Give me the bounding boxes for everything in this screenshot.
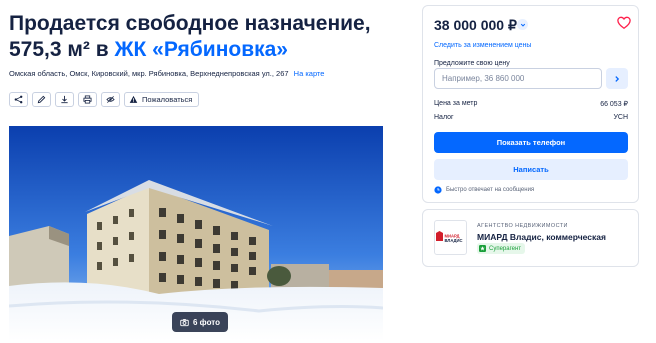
favorite-heart-icon[interactable] bbox=[617, 16, 631, 30]
hide-button[interactable] bbox=[101, 92, 120, 107]
photo-count-badge[interactable]: 6 фото bbox=[172, 312, 228, 332]
badge-label: Суперагент bbox=[489, 245, 522, 252]
building-photo bbox=[9, 126, 383, 341]
complex-link[interactable]: ЖК «Рябиновка» bbox=[115, 38, 288, 61]
chevron-right-icon bbox=[615, 75, 620, 82]
agent-name[interactable]: МИАРД Владис, коммерческая bbox=[477, 232, 606, 242]
tax-row: Налог УСН bbox=[434, 114, 628, 121]
agent-type: АГЕНТСТВО НЕДВИЖИМОСТИ bbox=[477, 223, 568, 229]
reply-note-text: Быстро отвечает на сообщения bbox=[446, 187, 535, 193]
edit-button[interactable] bbox=[32, 92, 51, 107]
write-message-button[interactable]: Написать bbox=[434, 159, 628, 180]
download-icon bbox=[61, 95, 68, 104]
photo-count: 6 фото bbox=[193, 317, 220, 327]
offer-label: Предложите свою цену bbox=[434, 60, 510, 67]
print-icon bbox=[83, 95, 92, 104]
clock-icon bbox=[434, 186, 442, 194]
price-per-meter-row: Цена за метр 66 053 ₽ bbox=[434, 100, 628, 108]
eye-off-icon bbox=[106, 96, 115, 103]
pencil-icon bbox=[37, 95, 46, 104]
main-photo[interactable] bbox=[9, 126, 383, 341]
map-link[interactable]: На карте bbox=[294, 69, 325, 78]
row-value: УСН bbox=[613, 114, 628, 121]
offer-price-input[interactable] bbox=[434, 68, 602, 89]
row-value: 66 053 ₽ bbox=[600, 101, 628, 108]
page-title: Продается свободное назначение, 575,3 м²… bbox=[9, 11, 409, 63]
follow-price-link[interactable]: Следить за изменением цены bbox=[434, 42, 531, 49]
complain-label: Пожаловаться bbox=[142, 95, 193, 104]
row-label: Цена за метр bbox=[434, 100, 478, 107]
price-card: 38 000 000 ₽ Следить за изменением цены … bbox=[422, 5, 639, 203]
agent-logo: МИАРД ВЛАДИС bbox=[434, 220, 467, 255]
agent-card[interactable]: МИАРД ВЛАДИС АГЕНТСТВО НЕДВИЖИМОСТИ МИАР… bbox=[422, 209, 639, 267]
warning-icon bbox=[129, 95, 138, 103]
share-icon bbox=[14, 95, 23, 104]
offer-submit-button[interactable] bbox=[606, 68, 628, 89]
chevron-down-icon bbox=[520, 23, 525, 27]
address: Омская область, Омск, Кировский, мкр. Ря… bbox=[9, 69, 324, 79]
reply-speed-note: Быстро отвечает на сообщения bbox=[434, 186, 534, 194]
svg-text:ВЛАДИС: ВЛАДИС bbox=[444, 238, 462, 243]
action-bar: Пожаловаться bbox=[9, 92, 200, 107]
row-label: Налог bbox=[434, 114, 454, 121]
address-text: Омская область, Омск, Кировский, мкр. Ря… bbox=[9, 69, 289, 78]
show-phone-button[interactable]: Показать телефон bbox=[434, 132, 628, 153]
superagent-badge: Суперагент bbox=[477, 243, 526, 254]
download-button[interactable] bbox=[55, 92, 74, 107]
camera-icon bbox=[180, 318, 189, 326]
star-badge-icon bbox=[479, 245, 486, 252]
share-button[interactable] bbox=[9, 92, 28, 107]
miard-logo-icon: МИАРД ВЛАДИС bbox=[435, 230, 462, 243]
print-button[interactable] bbox=[78, 92, 97, 107]
price: 38 000 000 ₽ bbox=[434, 17, 517, 33]
price-history-button[interactable] bbox=[517, 19, 528, 30]
complain-button[interactable]: Пожаловаться bbox=[124, 92, 200, 107]
